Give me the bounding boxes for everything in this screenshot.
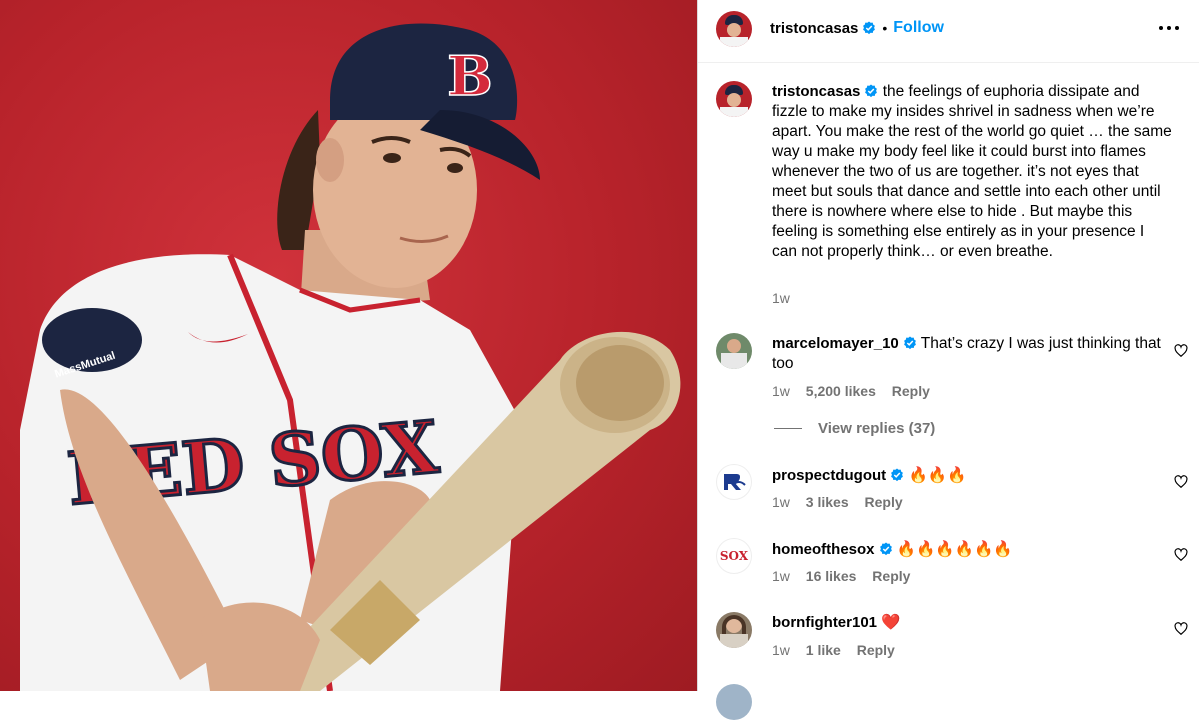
post-photo[interactable]: B MassMutual RED SOX xyxy=(0,0,697,691)
comment-likes[interactable]: 1 like xyxy=(806,642,841,658)
comment-meta: 1w 16 likes Reply xyxy=(772,568,922,584)
separator-dot: • xyxy=(882,20,888,36)
comment-meta: 1w 3 likes Reply xyxy=(772,494,915,510)
caption-timestamp: 1w xyxy=(772,290,790,306)
commenter-avatar[interactable] xyxy=(716,464,752,500)
caption-meta: 1w xyxy=(772,290,802,306)
view-replies-button[interactable]: View replies (37) xyxy=(774,420,935,437)
follow-button[interactable]: Follow xyxy=(893,19,944,37)
commenter-avatar[interactable] xyxy=(716,612,752,648)
author-avatar[interactable] xyxy=(716,11,752,47)
comments-panel: tristoncasas • Follow tristoncasas the f… xyxy=(697,0,1199,720)
comment-meta: 1w 5,200 likes Reply xyxy=(772,383,942,399)
comment-likes[interactable]: 5,200 likes xyxy=(806,383,876,399)
comment-timestamp: 1w xyxy=(772,642,790,658)
comment-text: 🔥🔥🔥🔥🔥🔥 xyxy=(896,541,1013,558)
like-heart-icon[interactable] xyxy=(1174,344,1188,358)
comment-timestamp: 1w xyxy=(772,383,790,399)
caption-text: the feelings of euphoria dissipate and f… xyxy=(772,83,1172,260)
caption-username[interactable]: tristoncasas xyxy=(772,83,860,100)
reply-button[interactable]: Reply xyxy=(872,568,910,584)
view-replies-label: View replies (37) xyxy=(818,420,936,437)
prospectdugout-logo-icon xyxy=(724,474,746,490)
verified-badge-icon xyxy=(903,336,916,350)
verified-badge-icon xyxy=(891,468,904,482)
verified-badge-icon xyxy=(865,84,878,98)
commenter-avatar[interactable] xyxy=(716,684,752,720)
comment-item: marcelomayer_10 That’s crazy I was just … xyxy=(772,334,1172,374)
reply-button[interactable]: Reply xyxy=(865,494,903,510)
comment-meta: 1w 1 like Reply xyxy=(772,642,907,658)
post-viewer: B MassMutual RED SOX tristoncasas • Foll… xyxy=(0,0,1199,720)
comment-likes[interactable]: 3 likes xyxy=(806,494,849,510)
more-horizontal-icon[interactable] xyxy=(1157,16,1181,40)
comment-likes[interactable]: 16 likes xyxy=(806,568,857,584)
comment-username[interactable]: prospectdugout xyxy=(772,467,886,484)
post-caption: tristoncasas the feelings of euphoria di… xyxy=(772,82,1172,262)
comment-timestamp: 1w xyxy=(772,568,790,584)
commenter-avatar[interactable] xyxy=(716,333,752,369)
caption-author-avatar[interactable] xyxy=(716,81,752,117)
comment-text: 🔥🔥🔥 xyxy=(908,467,967,484)
replies-divider xyxy=(774,428,802,429)
post-header: tristoncasas • Follow xyxy=(698,0,1199,63)
comment-item: homeofthesox 🔥🔥🔥🔥🔥🔥 xyxy=(772,540,1172,560)
author-username[interactable]: tristoncasas xyxy=(770,20,858,37)
comment-username[interactable]: marcelomayer_10 xyxy=(772,335,899,352)
reply-button[interactable]: Reply xyxy=(892,383,930,399)
comment-text: ❤️ xyxy=(881,614,901,631)
reply-button[interactable]: Reply xyxy=(857,642,895,658)
comment-item: prospectdugout 🔥🔥🔥 xyxy=(772,466,1172,486)
homeofthesox-logo: SOX xyxy=(719,549,749,563)
cap-logo: B xyxy=(447,44,493,108)
verified-badge-icon xyxy=(863,21,876,35)
comment-item: bornfighter101 ❤️ xyxy=(772,613,1172,633)
verified-badge-icon xyxy=(879,542,892,556)
player-illustration: B MassMutual RED SOX xyxy=(20,23,681,691)
comment-timestamp: 1w xyxy=(772,494,790,510)
commenter-avatar[interactable]: SOX xyxy=(716,538,752,574)
like-heart-icon[interactable] xyxy=(1174,475,1188,489)
like-heart-icon[interactable] xyxy=(1174,622,1188,636)
comment-username[interactable]: bornfighter101 xyxy=(772,614,877,631)
like-heart-icon[interactable] xyxy=(1174,548,1188,562)
comment-username[interactable]: homeofthesox xyxy=(772,541,875,558)
